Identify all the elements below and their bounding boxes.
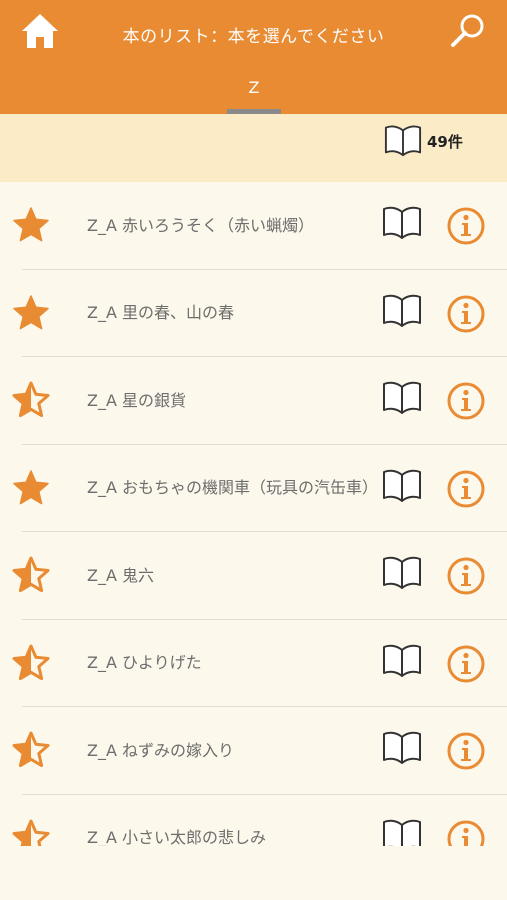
star-full-icon[interactable] [12,294,50,332]
search-icon[interactable] [449,12,487,50]
open-book-icon [384,125,422,157]
star-half-icon[interactable] [12,556,50,594]
info-icon[interactable] [446,381,486,421]
star-full-icon[interactable] [12,206,50,244]
info-icon[interactable] [446,819,486,847]
list-item[interactable]: Z_A ひよりげた [0,620,507,707]
book-count: 49件 [427,133,463,151]
info-icon[interactable] [446,644,486,684]
page-title: 本のリスト：本を選んでください [122,27,385,47]
read-book-icon[interactable] [382,554,422,590]
list-item[interactable]: Z_A おもちゃの機関車（玩具の汽缶車） [0,445,507,532]
list-item[interactable]: Z_A 里の春、山の春 [0,270,507,357]
list-item[interactable]: Z_A 小さい太郎の悲しみ [0,795,507,847]
star-half-icon[interactable] [12,644,50,682]
info-icon[interactable] [446,731,486,771]
book-title: Z_A 鬼六 [87,565,154,585]
read-book-icon[interactable] [382,467,422,503]
list-item[interactable]: Z_A 鬼六 [0,532,507,620]
book-title: Z_A ひよりげた [87,653,202,672]
star-half-icon[interactable] [12,381,50,419]
read-book-icon[interactable] [382,817,422,847]
info-icon[interactable] [446,469,486,509]
book-title: Z_A 里の春、山の春 [87,303,234,322]
book-title: Z_A 赤いろうそく（赤い蝋燭） [87,215,314,235]
book-title: Z_A ねずみの嫁入り [87,740,234,760]
star-half-icon[interactable] [12,731,50,769]
info-icon[interactable] [446,556,486,596]
bottom-space [0,846,507,900]
book-title: Z_A 小さい太郎の悲しみ [87,828,266,846]
read-book-icon[interactable] [382,642,422,678]
list-item[interactable]: Z_A 赤いろうそく（赤い蝋燭） [0,182,507,270]
book-title: Z_A おもちゃの機関車（玩具の汽缶車） [87,478,378,497]
book-list[interactable]: Z_A 赤いろうそく（赤い蝋燭） Z_A 里の春、山の春 Z_A 星の銀貨 Z_… [0,182,507,846]
info-icon[interactable] [446,294,486,334]
star-half-icon[interactable] [12,819,50,847]
app-header: 本のリスト：本を選んでください Z [0,0,507,114]
star-full-icon[interactable] [12,469,50,507]
book-title: Z_A 星の銀貨 [87,390,186,410]
read-book-icon[interactable] [382,204,422,240]
tab-label: Z [248,78,260,97]
read-book-icon[interactable] [382,729,422,765]
tab-z[interactable]: Z [227,74,281,114]
info-icon[interactable] [446,206,486,246]
read-book-icon[interactable] [382,292,422,328]
read-book-icon[interactable] [382,379,422,415]
list-item[interactable]: Z_A ねずみの嫁入り [0,707,507,795]
list-item[interactable]: Z_A 星の銀貨 [0,357,507,445]
